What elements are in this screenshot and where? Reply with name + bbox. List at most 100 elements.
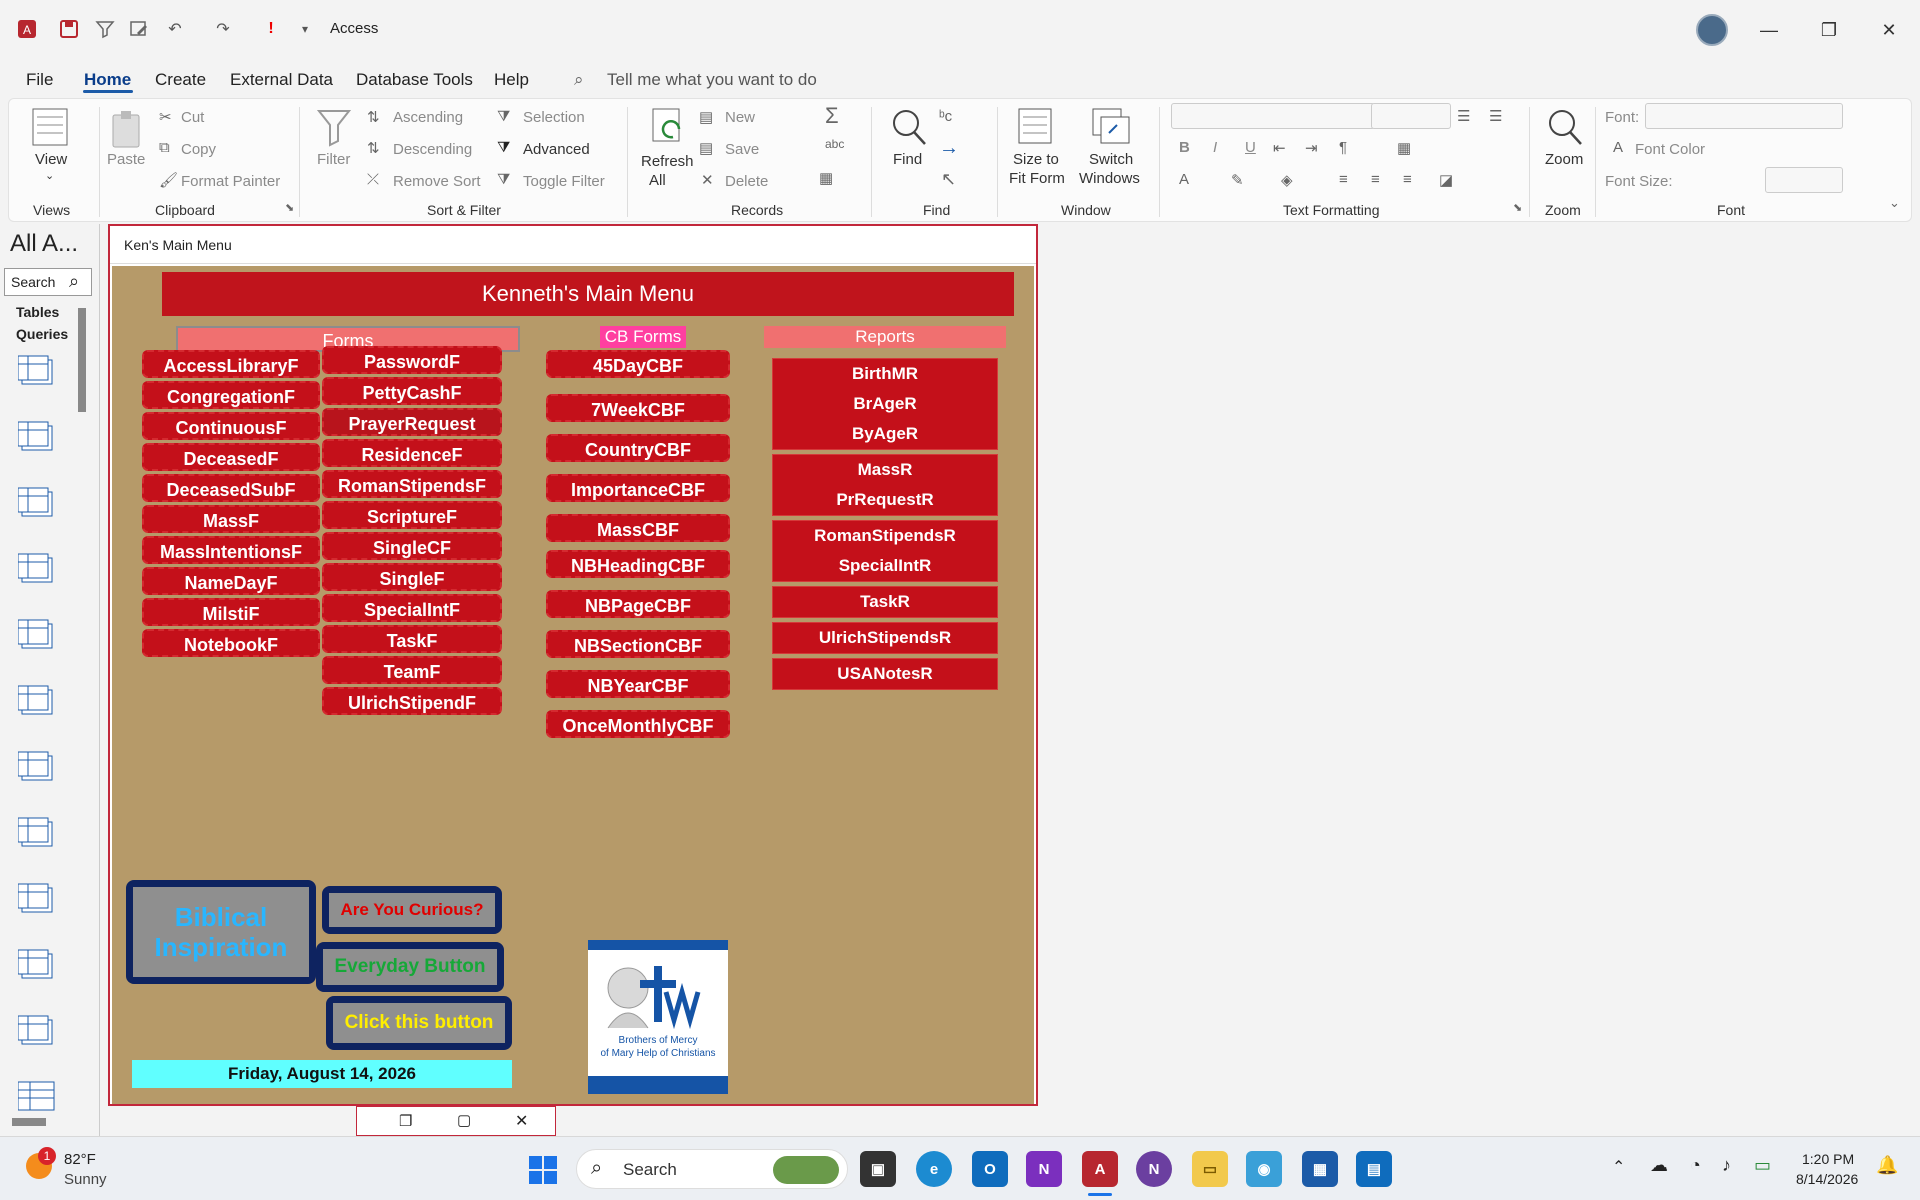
align-right-icon[interactable]: ≡ [1403, 171, 1412, 188]
form-button[interactable]: AccessLibraryF [142, 350, 320, 378]
edit-form-icon[interactable] [126, 16, 152, 42]
chevron-down-icon[interactable]: ⌄ [45, 169, 54, 182]
format-painter-button[interactable]: Format Painter [181, 173, 280, 190]
minimize-icon[interactable]: — [1746, 10, 1792, 50]
form-button[interactable]: TeamF [322, 656, 502, 684]
volume-icon[interactable]: ♪ [1722, 1155, 1731, 1176]
size-to-fit-icon[interactable] [1017, 107, 1053, 145]
font-size-field[interactable] [1765, 167, 1843, 193]
report-button[interactable]: USANotesR [773, 659, 997, 688]
chevron-up-icon[interactable]: ⌃ [1612, 1157, 1625, 1177]
query-icon[interactable] [18, 684, 78, 730]
form-button[interactable]: 7WeekCBF [546, 394, 730, 422]
form-button[interactable]: SpecialIntF [322, 594, 502, 622]
form-button[interactable]: DeceasedF [142, 443, 320, 471]
search-icon[interactable]: ⌕ [69, 271, 79, 292]
form-button[interactable]: NBHeadingCBF [546, 550, 730, 578]
notifications-icon[interactable]: 🔔 [1876, 1155, 1898, 1176]
switch-label[interactable]: Switch [1089, 151, 1133, 168]
paragraph-icon[interactable]: ¶ [1339, 139, 1347, 156]
font-color-button[interactable]: Font Color [1635, 141, 1705, 158]
spelling-icon[interactable]: abc [825, 137, 844, 151]
edge-icon[interactable]: e [916, 1151, 952, 1187]
tab-file[interactable]: File [26, 70, 53, 90]
filter-button[interactable]: Filter [317, 151, 350, 168]
form-button[interactable]: 45DayCBF [546, 350, 730, 378]
align-center-icon[interactable]: ≡ [1371, 171, 1380, 188]
form-button[interactable]: CountryCBF [546, 434, 730, 462]
report-button[interactable]: RomanStipendsR [773, 521, 997, 550]
onenote-icon[interactable]: N [1026, 1151, 1062, 1187]
are-you-curious-button[interactable]: Are You Curious? [322, 886, 502, 934]
numbering-icon[interactable]: ☰ [1489, 107, 1502, 125]
report-button[interactable]: PrRequestR [773, 485, 997, 514]
report-button[interactable]: TaskR [773, 587, 997, 616]
dialog-launcher-icon[interactable]: ⬊ [1513, 201, 1522, 214]
report-button[interactable]: SpecialIntR [773, 551, 997, 580]
size-to-label[interactable]: Size to [1013, 151, 1059, 168]
descending-button[interactable]: Descending [393, 141, 472, 158]
task-view-icon[interactable]: ▣ [860, 1151, 896, 1187]
gridlines-icon[interactable]: ▦ [1397, 139, 1411, 157]
query-icon[interactable] [18, 816, 78, 862]
form-button[interactable]: DeceasedSubF [142, 474, 320, 502]
decrease-indent-icon[interactable]: ⇤ [1273, 139, 1286, 157]
advanced-button[interactable]: Advanced [523, 141, 590, 158]
delete-button[interactable]: Delete [725, 173, 768, 190]
tab-create[interactable]: Create [155, 70, 206, 90]
taskbar-search-input[interactable]: Search [623, 1160, 677, 1180]
form-button[interactable]: NBYearCBF [546, 670, 730, 698]
new-record-button[interactable]: New [725, 109, 755, 126]
save-record-button[interactable]: Save [725, 141, 759, 158]
form-button[interactable]: TaskF [322, 625, 502, 653]
query-icon[interactable] [18, 882, 78, 928]
funnel-icon[interactable] [317, 109, 351, 147]
form-button[interactable]: ContinuousF [142, 412, 320, 440]
form-button[interactable]: NameDayF [142, 567, 320, 595]
form-button[interactable]: PrayerRequest [322, 408, 502, 436]
report-button[interactable]: MassR [773, 455, 997, 484]
zoom-icon[interactable] [1545, 107, 1585, 147]
underline-button[interactable]: U [1245, 139, 1256, 156]
query-icon[interactable] [18, 486, 78, 532]
weather-condition[interactable]: Sunny [64, 1171, 107, 1188]
form-button[interactable]: ScriptureF [322, 501, 502, 529]
bullets-icon[interactable]: ☰ [1457, 107, 1470, 125]
maximize-icon[interactable]: ▢ [457, 1111, 471, 1129]
tab-external-data[interactable]: External Data [230, 70, 333, 90]
toggle-filter-button[interactable]: Toggle Filter [523, 173, 605, 190]
store-icon[interactable]: ▦ [1302, 1151, 1338, 1187]
nav-scrollbar-thumb[interactable] [78, 308, 86, 412]
query-icon[interactable] [18, 420, 78, 466]
form-button[interactable]: MassIntentionsF [142, 536, 320, 564]
tab-home[interactable]: Home [84, 70, 131, 90]
form-button[interactable]: NBPageCBF [546, 590, 730, 618]
report-button[interactable]: BirthMR [773, 359, 997, 388]
font-combo[interactable] [1645, 103, 1843, 129]
nav-title[interactable]: All A... [10, 230, 78, 258]
form-button[interactable]: MassF [142, 505, 320, 533]
form-button[interactable]: ResidenceF [322, 439, 502, 467]
form-button[interactable]: PasswordF [322, 346, 502, 374]
view-icon[interactable] [31, 107, 69, 147]
weather-temp[interactable]: 82°F [64, 1151, 96, 1168]
form-button[interactable]: SingleF [322, 563, 502, 591]
report-button[interactable]: UlrichStipendsR [773, 623, 997, 652]
form-button[interactable]: OnceMonthlyCBF [546, 710, 730, 738]
report-button[interactable]: BrAgeR [773, 389, 997, 418]
selection-button[interactable]: Selection [523, 109, 585, 126]
report-button[interactable]: ByAgeR [773, 419, 997, 448]
font-color-icon[interactable]: A [1179, 171, 1189, 188]
biblical-inspiration-button[interactable]: Biblical Inspiration [126, 880, 316, 984]
undo-icon[interactable]: ↶ [162, 16, 188, 42]
query-icon[interactable] [18, 354, 78, 400]
ascending-button[interactable]: Ascending [393, 109, 463, 126]
clock-date[interactable]: 8/14/2026 [1796, 1171, 1858, 1187]
conditional-format-icon[interactable]: ◪ [1439, 171, 1453, 189]
click-this-button[interactable]: Click this button [326, 996, 512, 1050]
copilot-m365-icon[interactable]: ◉ [1246, 1151, 1282, 1187]
tell-me-box[interactable]: Tell me what you want to do [607, 70, 817, 90]
paste-button[interactable]: Paste [107, 151, 145, 168]
zoom-button[interactable]: Zoom [1545, 151, 1583, 168]
refresh-all-label[interactable]: All [649, 172, 666, 189]
